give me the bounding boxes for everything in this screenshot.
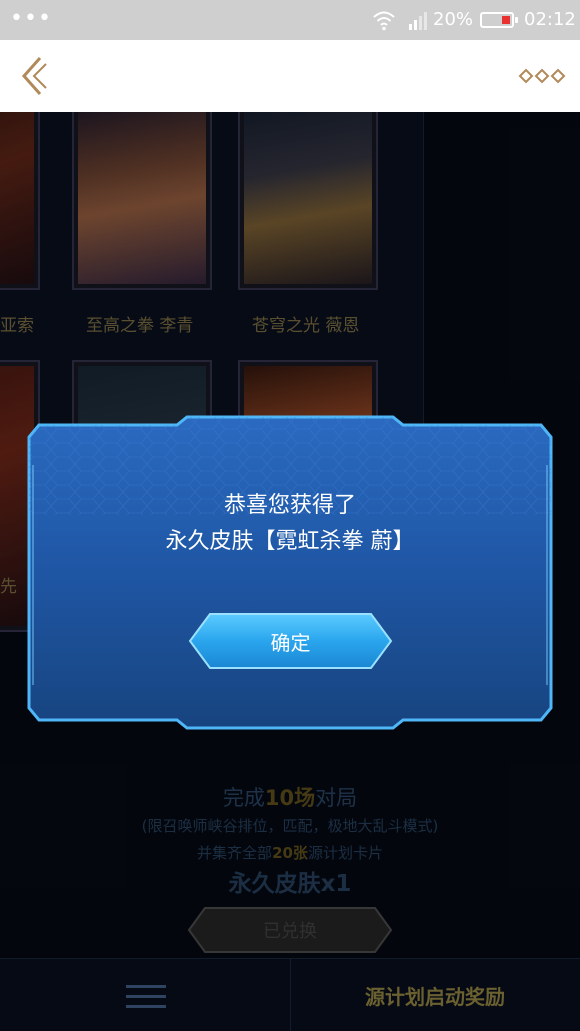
clock-time: 02:12: [524, 9, 576, 30]
dialog-frame: [27, 415, 553, 730]
signal-icon: [409, 12, 427, 30]
confirm-button-label: 确定: [270, 630, 311, 655]
status-bar: ••• 20% 02:12: [0, 0, 580, 40]
hamburger-menu-icon[interactable]: [126, 985, 166, 1009]
dialog-message-line2: 永久皮肤【霓虹杀拳 蔚】: [165, 529, 415, 554]
notification-dots: •••: [10, 6, 52, 31]
top-nav-bar: [0, 40, 580, 112]
more-dots-icon[interactable]: [518, 62, 566, 90]
bottom-bar: 源计划启动奖励: [0, 958, 580, 1031]
battery-percent: 20%: [433, 9, 474, 30]
chevron-left-icon[interactable]: [14, 54, 58, 98]
wifi-icon: [373, 11, 395, 31]
start-reward-tab[interactable]: 源计划启动奖励: [290, 959, 580, 1031]
battery-icon: [480, 12, 518, 28]
dialog-message-line1: 恭喜您获得了: [223, 493, 356, 518]
reward-dialog: [27, 415, 553, 730]
confirm-button[interactable]: 确定: [188, 612, 393, 670]
